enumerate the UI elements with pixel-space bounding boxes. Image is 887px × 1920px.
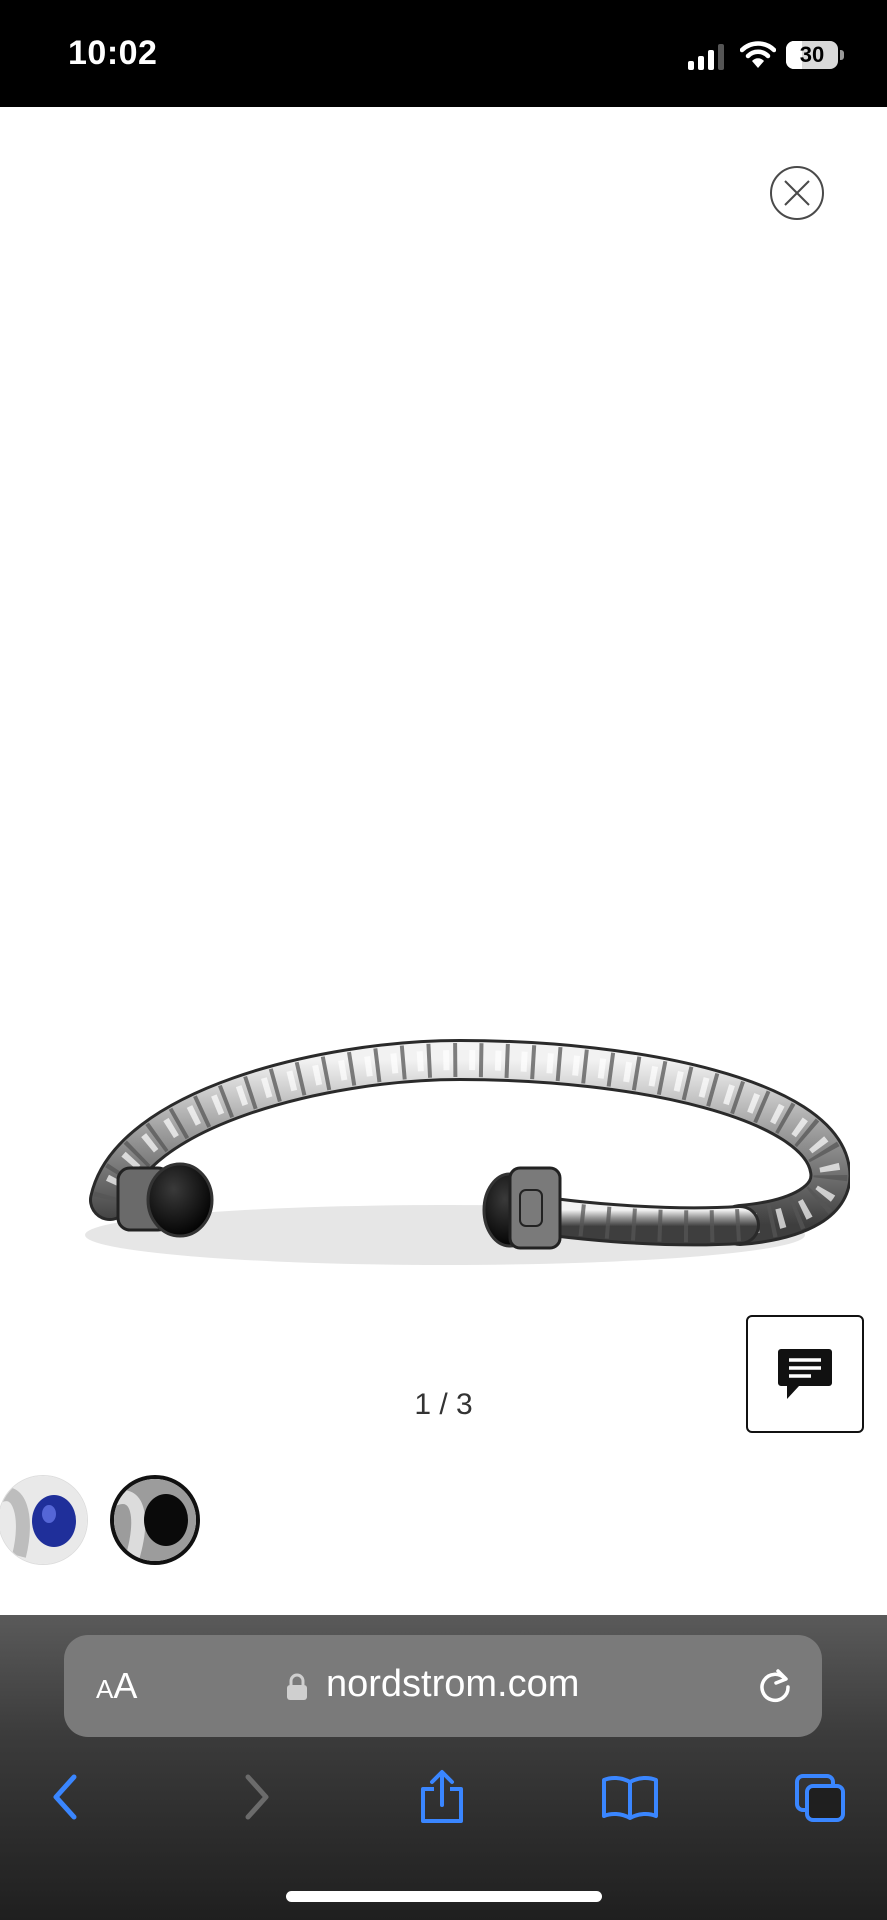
reader-settings-button[interactable]: AA [96, 1665, 137, 1707]
wifi-icon [739, 40, 777, 70]
thumbnail-image [114, 1479, 196, 1561]
chat-icon [778, 1349, 832, 1399]
thumbnail-lapis[interactable] [0, 1475, 88, 1565]
chat-button[interactable] [746, 1315, 864, 1433]
back-icon [53, 1774, 77, 1820]
product-image[interactable] [40, 1030, 852, 1290]
signal-icon [688, 44, 724, 70]
back-button[interactable] [34, 1765, 98, 1829]
close-button[interactable] [770, 166, 824, 220]
bookmarks-button[interactable] [598, 1765, 662, 1829]
tabs-icon [795, 1774, 845, 1822]
share-icon [421, 1770, 463, 1823]
thumbnail-black-onyx[interactable] [110, 1475, 200, 1565]
url-text: nordstrom.com [326, 1663, 580, 1705]
battery-level: 30 [799, 42, 825, 67]
status-time: 10:02 [68, 34, 158, 72]
reload-icon[interactable] [754, 1665, 796, 1707]
lock-icon [287, 1673, 307, 1700]
tabs-button[interactable] [788, 1765, 852, 1829]
bookmarks-icon [602, 1775, 658, 1820]
battery-icon: 30 [786, 41, 838, 69]
address-bar[interactable]: AA nordstrom.com [64, 1635, 822, 1737]
browser-toolbar: AA nordstrom.com [0, 1615, 887, 1920]
home-indicator[interactable] [286, 1891, 602, 1902]
forward-button[interactable] [224, 1765, 288, 1829]
battery-nub [840, 50, 844, 60]
forward-icon [245, 1774, 269, 1820]
status-bar: 10:02 30 [0, 0, 887, 107]
thumbnail-image [0, 1476, 87, 1564]
share-button[interactable] [410, 1765, 474, 1829]
close-icon [784, 180, 810, 206]
